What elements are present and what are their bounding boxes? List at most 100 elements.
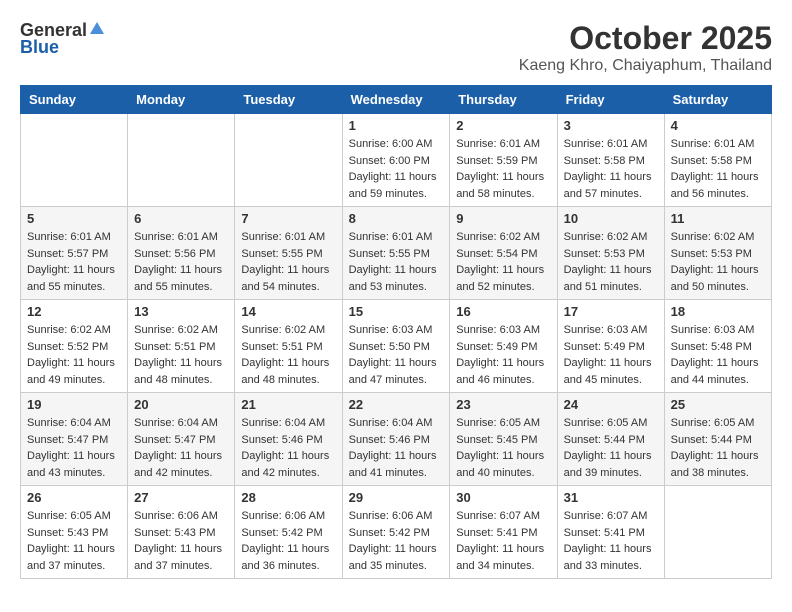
week-row-5: 26 Sunrise: 6:05 AM Sunset: 5:43 PM Dayl… bbox=[21, 486, 772, 579]
day-number: 28 bbox=[241, 490, 335, 505]
day-info: Sunrise: 6:03 AM Sunset: 5:49 PM Dayligh… bbox=[564, 322, 658, 388]
day-info: Sunrise: 6:03 AM Sunset: 5:50 PM Dayligh… bbox=[349, 322, 444, 388]
day-number: 26 bbox=[27, 490, 121, 505]
sunset-text: Sunset: 5:46 PM bbox=[349, 434, 430, 446]
sunset-text: Sunset: 5:49 PM bbox=[564, 341, 645, 353]
calendar-cell: 14 Sunrise: 6:02 AM Sunset: 5:51 PM Dayl… bbox=[235, 300, 342, 393]
day-info: Sunrise: 6:05 AM Sunset: 5:44 PM Dayligh… bbox=[671, 415, 765, 481]
sunrise-text: Sunrise: 6:01 AM bbox=[456, 138, 540, 150]
calendar-cell bbox=[21, 114, 128, 207]
day-info: Sunrise: 6:07 AM Sunset: 5:41 PM Dayligh… bbox=[456, 508, 550, 574]
daylight-text: Daylight: 11 hours and 37 minutes. bbox=[27, 543, 115, 572]
sunset-text: Sunset: 5:56 PM bbox=[134, 248, 215, 260]
day-info: Sunrise: 6:01 AM Sunset: 5:59 PM Dayligh… bbox=[456, 136, 550, 202]
daylight-text: Daylight: 11 hours and 41 minutes. bbox=[349, 450, 437, 479]
daylight-text: Daylight: 11 hours and 40 minutes. bbox=[456, 450, 544, 479]
day-number: 23 bbox=[456, 397, 550, 412]
sunrise-text: Sunrise: 6:03 AM bbox=[456, 324, 540, 336]
daylight-text: Daylight: 11 hours and 34 minutes. bbox=[456, 543, 544, 572]
day-info: Sunrise: 6:04 AM Sunset: 5:46 PM Dayligh… bbox=[241, 415, 335, 481]
sunrise-text: Sunrise: 6:02 AM bbox=[241, 324, 325, 336]
daylight-text: Daylight: 11 hours and 42 minutes. bbox=[241, 450, 329, 479]
calendar-cell: 28 Sunrise: 6:06 AM Sunset: 5:42 PM Dayl… bbox=[235, 486, 342, 579]
day-number: 11 bbox=[671, 211, 765, 226]
sunset-text: Sunset: 5:46 PM bbox=[241, 434, 322, 446]
sunrise-text: Sunrise: 6:02 AM bbox=[134, 324, 218, 336]
calendar-cell: 17 Sunrise: 6:03 AM Sunset: 5:49 PM Dayl… bbox=[557, 300, 664, 393]
sunrise-text: Sunrise: 6:04 AM bbox=[27, 417, 111, 429]
sunrise-text: Sunrise: 6:05 AM bbox=[671, 417, 755, 429]
day-number: 1 bbox=[349, 118, 444, 133]
day-number: 13 bbox=[134, 304, 228, 319]
day-info: Sunrise: 6:04 AM Sunset: 5:47 PM Dayligh… bbox=[27, 415, 121, 481]
calendar-cell: 5 Sunrise: 6:01 AM Sunset: 5:57 PM Dayli… bbox=[21, 207, 128, 300]
sunset-text: Sunset: 5:51 PM bbox=[134, 341, 215, 353]
day-info: Sunrise: 6:07 AM Sunset: 5:41 PM Dayligh… bbox=[564, 508, 658, 574]
sunrise-text: Sunrise: 6:02 AM bbox=[27, 324, 111, 336]
day-number: 27 bbox=[134, 490, 228, 505]
sunrise-text: Sunrise: 6:07 AM bbox=[564, 510, 648, 522]
day-number: 2 bbox=[456, 118, 550, 133]
logo: General Blue bbox=[20, 20, 105, 58]
sunset-text: Sunset: 5:41 PM bbox=[564, 527, 645, 539]
weekday-header-friday: Friday bbox=[557, 86, 664, 114]
week-row-4: 19 Sunrise: 6:04 AM Sunset: 5:47 PM Dayl… bbox=[21, 393, 772, 486]
day-number: 7 bbox=[241, 211, 335, 226]
sunset-text: Sunset: 5:57 PM bbox=[27, 248, 108, 260]
sunset-text: Sunset: 5:43 PM bbox=[134, 527, 215, 539]
sunset-text: Sunset: 5:43 PM bbox=[27, 527, 108, 539]
day-number: 24 bbox=[564, 397, 658, 412]
day-number: 16 bbox=[456, 304, 550, 319]
calendar-cell: 16 Sunrise: 6:03 AM Sunset: 5:49 PM Dayl… bbox=[450, 300, 557, 393]
daylight-text: Daylight: 11 hours and 44 minutes. bbox=[671, 357, 759, 386]
daylight-text: Daylight: 11 hours and 47 minutes. bbox=[349, 357, 437, 386]
calendar-table: SundayMondayTuesdayWednesdayThursdayFrid… bbox=[20, 85, 772, 579]
sunset-text: Sunset: 6:00 PM bbox=[349, 155, 430, 167]
day-info: Sunrise: 6:01 AM Sunset: 5:55 PM Dayligh… bbox=[241, 229, 335, 295]
day-number: 31 bbox=[564, 490, 658, 505]
sunrise-text: Sunrise: 6:01 AM bbox=[564, 138, 648, 150]
day-info: Sunrise: 6:05 AM Sunset: 5:44 PM Dayligh… bbox=[564, 415, 658, 481]
day-number: 22 bbox=[349, 397, 444, 412]
title-area: October 2025 Kaeng Khro, Chaiyaphum, Tha… bbox=[519, 20, 772, 75]
sunset-text: Sunset: 5:52 PM bbox=[27, 341, 108, 353]
day-number: 18 bbox=[671, 304, 765, 319]
day-number: 29 bbox=[349, 490, 444, 505]
sunset-text: Sunset: 5:55 PM bbox=[349, 248, 430, 260]
sunrise-text: Sunrise: 6:01 AM bbox=[671, 138, 755, 150]
calendar-cell bbox=[128, 114, 235, 207]
daylight-text: Daylight: 11 hours and 33 minutes. bbox=[564, 543, 652, 572]
week-row-1: 1 Sunrise: 6:00 AM Sunset: 6:00 PM Dayli… bbox=[21, 114, 772, 207]
daylight-text: Daylight: 11 hours and 35 minutes. bbox=[349, 543, 437, 572]
weekday-header-monday: Monday bbox=[128, 86, 235, 114]
calendar-cell: 6 Sunrise: 6:01 AM Sunset: 5:56 PM Dayli… bbox=[128, 207, 235, 300]
month-title: October 2025 bbox=[519, 20, 772, 57]
day-number: 12 bbox=[27, 304, 121, 319]
sunset-text: Sunset: 5:49 PM bbox=[456, 341, 537, 353]
sunrise-text: Sunrise: 6:01 AM bbox=[27, 231, 111, 243]
daylight-text: Daylight: 11 hours and 46 minutes. bbox=[456, 357, 544, 386]
calendar-cell: 21 Sunrise: 6:04 AM Sunset: 5:46 PM Dayl… bbox=[235, 393, 342, 486]
calendar-cell: 25 Sunrise: 6:05 AM Sunset: 5:44 PM Dayl… bbox=[664, 393, 771, 486]
day-info: Sunrise: 6:02 AM Sunset: 5:54 PM Dayligh… bbox=[456, 229, 550, 295]
day-number: 20 bbox=[134, 397, 228, 412]
daylight-text: Daylight: 11 hours and 36 minutes. bbox=[241, 543, 329, 572]
calendar-cell: 7 Sunrise: 6:01 AM Sunset: 5:55 PM Dayli… bbox=[235, 207, 342, 300]
sunrise-text: Sunrise: 6:03 AM bbox=[564, 324, 648, 336]
day-number: 5 bbox=[27, 211, 121, 226]
daylight-text: Daylight: 11 hours and 38 minutes. bbox=[671, 450, 759, 479]
calendar-cell: 15 Sunrise: 6:03 AM Sunset: 5:50 PM Dayl… bbox=[342, 300, 450, 393]
location-title: Kaeng Khro, Chaiyaphum, Thailand bbox=[519, 57, 772, 75]
day-number: 8 bbox=[349, 211, 444, 226]
day-info: Sunrise: 6:02 AM Sunset: 5:51 PM Dayligh… bbox=[134, 322, 228, 388]
weekday-header-tuesday: Tuesday bbox=[235, 86, 342, 114]
sunrise-text: Sunrise: 6:00 AM bbox=[349, 138, 433, 150]
day-info: Sunrise: 6:01 AM Sunset: 5:56 PM Dayligh… bbox=[134, 229, 228, 295]
sunrise-text: Sunrise: 6:06 AM bbox=[134, 510, 218, 522]
day-info: Sunrise: 6:05 AM Sunset: 5:43 PM Dayligh… bbox=[27, 508, 121, 574]
day-number: 10 bbox=[564, 211, 658, 226]
daylight-text: Daylight: 11 hours and 48 minutes. bbox=[134, 357, 222, 386]
daylight-text: Daylight: 11 hours and 49 minutes. bbox=[27, 357, 115, 386]
day-number: 21 bbox=[241, 397, 335, 412]
day-info: Sunrise: 6:01 AM Sunset: 5:57 PM Dayligh… bbox=[27, 229, 121, 295]
